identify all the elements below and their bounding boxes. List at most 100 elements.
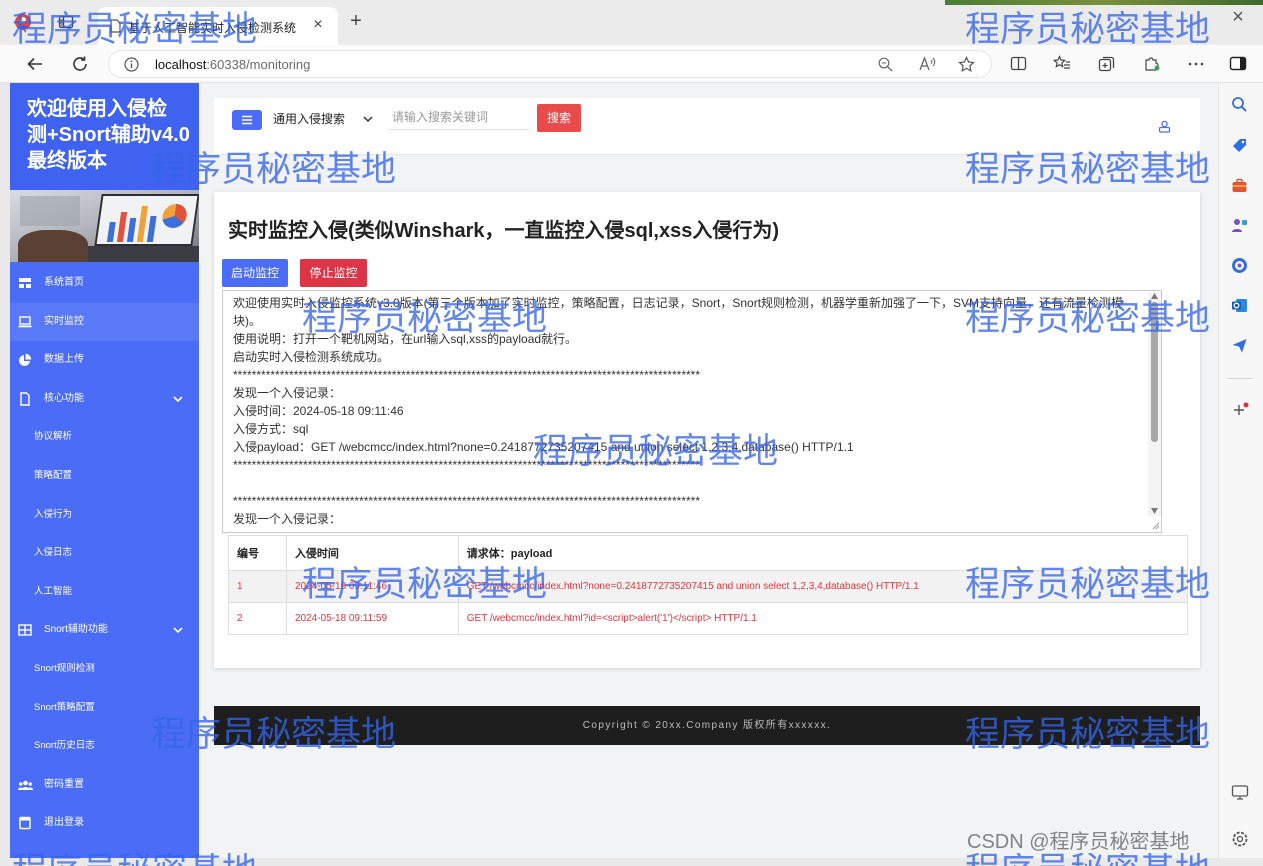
hands — [18, 230, 88, 262]
browser-sidebar — [1218, 83, 1263, 858]
zoom-icon[interactable] — [878, 57, 893, 72]
sidebar-item-core-functions[interactable]: 核心功能 — [10, 380, 199, 419]
sidebar-item-data-upload[interactable]: 数据上传 — [10, 341, 199, 380]
scroll-down-arrow-icon[interactable] — [1151, 508, 1158, 514]
sidebar-header: 欢迎使用入侵检 测+Snort辅助v4.0 最终版本 — [10, 83, 199, 190]
tools-briefcase-icon[interactable] — [1231, 177, 1248, 194]
split-screen-icon[interactable] — [1010, 55, 1027, 72]
laptop-screen — [94, 194, 199, 246]
screen-cast-icon[interactable] — [1231, 784, 1249, 801]
sidebar-title-line: 最终版本 — [27, 150, 107, 172]
table-row[interactable]: 2 2024-05-18 09:11:59 GET /webcmcc/index… — [228, 602, 1189, 635]
sidebar-item-home[interactable]: 系统首页 — [10, 264, 199, 303]
search-type-select[interactable]: 通用入侵搜索 — [270, 107, 382, 131]
new-tab-button[interactable]: + — [346, 10, 366, 33]
search-button[interactable]: 搜索 — [537, 104, 581, 132]
desktop-background — [945, 0, 1263, 5]
cell-time: 2024-05-18 09:11:59 — [285, 602, 459, 635]
sidebar-item-realtime-monitor[interactable]: 实时监控 — [10, 302, 199, 342]
log-line: 欢迎使用实时入侵监控系统v3.0版本(第三个版本加了实时监控，策略配置，日志记录… — [233, 296, 1124, 328]
sidebar-item-label: 实时监控 — [44, 315, 84, 327]
back-arrow-icon[interactable] — [26, 55, 44, 73]
sidebar-subitem-protocol-parsing[interactable]: 协议解析 — [10, 418, 199, 457]
outlook-icon[interactable] — [1231, 297, 1248, 314]
table-header-row: 编号 入侵时间 请求体：payload — [228, 535, 1189, 571]
top-search-bar: 通用入侵搜索 搜索 — [214, 98, 1200, 155]
log-line: 入侵payload：GET /webcmcc/index.html?none=0… — [233, 440, 854, 454]
pie-chart-icon — [18, 353, 32, 367]
dashboard-icon — [18, 276, 32, 290]
logout-icon — [18, 816, 32, 830]
sidebar-menu: 系统首页 实时监控 数据上传 核心功能 协议解析 策略配置 入侵行为 入侵日志 … — [10, 264, 199, 843]
cell-id: 2 — [228, 602, 287, 635]
sidebar-title: 欢迎使用入侵检 测+Snort辅助v4.0 最终版本 — [27, 96, 197, 174]
search-type-value: 通用入侵搜索 — [273, 112, 346, 126]
user-icon[interactable] — [1158, 120, 1171, 133]
collections-icon[interactable] — [1098, 55, 1116, 72]
site-info-icon[interactable] — [124, 57, 139, 72]
favorites-icon[interactable] — [1053, 55, 1071, 72]
log-content: 欢迎使用实时入侵监控系统v3.0版本(第三个版本加了实时监控，策略配置，日志记录… — [223, 294, 1131, 528]
extensions-icon[interactable] — [1143, 55, 1161, 72]
chevron-down-icon — [172, 394, 184, 404]
page-footer: Copyright © 20xx.Company 版权所有xxxxxx. — [214, 706, 1200, 745]
tab-actions-icon[interactable] — [58, 14, 74, 30]
scroll-up-arrow-icon[interactable] — [1151, 293, 1158, 299]
sidebar-item-label: Snort策略配置 — [34, 701, 95, 713]
page-favicon-icon — [108, 19, 122, 33]
column-header-id: 编号 — [228, 535, 287, 571]
window-close-button[interactable]: × — [1228, 6, 1248, 29]
log-scrollbar-thumb[interactable] — [1151, 302, 1158, 442]
read-aloud-icon[interactable] — [919, 56, 936, 72]
stop-monitor-button[interactable]: 停止监控 — [300, 259, 367, 287]
sidebar-subitem-snort-history[interactable]: Snort历史日志 — [10, 727, 199, 766]
sidebar-item-snort-tools[interactable]: Snort辅助功能 — [10, 611, 199, 650]
send-icon[interactable] — [1231, 337, 1248, 354]
sidebar-subitem-snort-policy[interactable]: Snort策略配置 — [10, 689, 199, 728]
sidebar-item-label: 入侵行为 — [34, 508, 73, 520]
sidebar-subitem-intrusion-log[interactable]: 入侵日志 — [10, 534, 199, 573]
browser-tab-active[interactable]: 基于人工智能实时入侵检测系统 × — [98, 7, 338, 45]
page-title: 实时监控入侵(类似Winshark，一直监控入侵sql,xss入侵行为) — [228, 220, 779, 242]
start-monitor-button[interactable]: 启动监控 — [222, 259, 288, 287]
resize-handle-icon[interactable] — [1150, 520, 1160, 530]
sidebar-subitem-ai[interactable]: 人工智能 — [10, 573, 199, 612]
more-options-icon[interactable] — [1187, 55, 1205, 72]
tab-close-icon[interactable]: × — [310, 16, 326, 34]
sidebar-subitem-intrusion-behavior[interactable]: 入侵行为 — [10, 496, 199, 535]
log-line: 发现一个入侵记录： — [233, 386, 342, 400]
watermark: 程序员秘密基地 — [12, 853, 257, 866]
profile-icon[interactable] — [14, 13, 32, 31]
log-scrollbar[interactable] — [1148, 292, 1161, 516]
menu-toggle-button[interactable] — [232, 110, 262, 130]
search-input[interactable] — [388, 104, 530, 130]
sidebar-subitem-policy-config[interactable]: 策略配置 — [10, 457, 199, 496]
log-line: 启动实时入侵检测系统成功。 — [233, 350, 390, 364]
web-page: 欢迎使用入侵检 测+Snort辅助v4.0 最终版本 系统首页 实时监控 数据上… — [10, 83, 1218, 858]
laptop-keyboard — [70, 246, 199, 262]
watermark: 程序员秘密基地 — [965, 853, 1210, 866]
search-icon[interactable] — [1231, 96, 1248, 113]
intrusion-table: 编号 入侵时间 请求体：payload 1 2024-05-18 09:11:4… — [228, 535, 1189, 635]
table-row[interactable]: 1 2024-05-18 09:11:46 GET /webcmcc/index… — [228, 570, 1189, 603]
sidebar-item-logout[interactable]: 退出登录 — [10, 804, 199, 843]
sidebar-item-label: 数据上传 — [44, 354, 84, 366]
cell-id: 1 — [228, 570, 287, 603]
url-field[interactable]: localhost:60338/monitoring — [108, 50, 992, 78]
favorite-star-icon[interactable] — [958, 56, 975, 73]
settings-gear-icon[interactable] — [1231, 830, 1249, 848]
monitor-log-textarea[interactable]: 欢迎使用实时入侵监控系统v3.0版本(第三个版本加了实时监控，策略配置，日志记录… — [222, 290, 1162, 533]
watermark-clip: 程序员秘密基地 程序员秘密基地 — [0, 853, 1263, 866]
add-plus-icon[interactable] — [1231, 402, 1249, 420]
log-line: 入侵时间：2024-05-18 09:11:46 — [233, 404, 404, 418]
sidebar-item-password-reset[interactable]: 密码重置 — [10, 766, 199, 805]
shopping-tag-icon[interactable] — [1231, 137, 1248, 154]
url-path: :60338/monitoring — [206, 57, 311, 72]
refresh-icon[interactable] — [71, 55, 89, 73]
sidebar-item-label: 密码重置 — [44, 778, 84, 790]
microsoft-365-icon[interactable] — [1231, 257, 1248, 274]
sidebar-toggle-icon[interactable] — [1229, 55, 1247, 72]
games-icon[interactable] — [1231, 217, 1248, 234]
sidebar-subitem-snort-rule-detect[interactable]: Snort规则检测 — [10, 650, 199, 689]
